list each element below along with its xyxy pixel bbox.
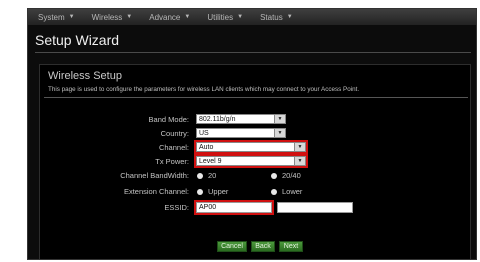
nav-status-label: Status bbox=[260, 12, 283, 22]
chevron-down-icon: ▼ bbox=[286, 14, 293, 20]
tx-power-select[interactable]: Level 9 ▼ bbox=[194, 154, 308, 168]
title-divider bbox=[35, 52, 471, 53]
chevron-down-icon: ▼ bbox=[237, 14, 244, 20]
country-label: Country: bbox=[160, 129, 189, 138]
dropdown-arrow-icon: ▼ bbox=[294, 143, 305, 151]
essid-extra-field[interactable] bbox=[277, 202, 353, 213]
nav-system[interactable]: System ▼ bbox=[38, 13, 75, 22]
extension-radio-upper[interactable]: Upper bbox=[197, 187, 228, 196]
top-navigation-bar: System ▼ Wireless ▼ Advance ▼ Utilities … bbox=[28, 9, 476, 25]
nav-advance[interactable]: Advance ▼ bbox=[149, 13, 190, 22]
nav-utilities[interactable]: Utilities ▼ bbox=[207, 13, 243, 22]
nav-system-label: System bbox=[38, 12, 65, 22]
bandwidth-radio-20[interactable]: 20 bbox=[197, 171, 216, 180]
extension-option-lower-label: Lower bbox=[282, 187, 303, 196]
tx-power-label: Tx Power: bbox=[155, 157, 189, 166]
band-mode-label: Band Mode: bbox=[148, 115, 189, 124]
section-divider bbox=[44, 97, 468, 98]
bandwidth-radio-20-40[interactable]: 20/40 bbox=[271, 171, 301, 180]
cancel-button[interactable]: Cancel bbox=[217, 241, 247, 252]
chevron-down-icon: ▼ bbox=[68, 14, 75, 20]
nav-status[interactable]: Status ▼ bbox=[260, 13, 293, 22]
extension-radio-lower[interactable]: Lower bbox=[271, 187, 302, 196]
nav-advance-label: Advance bbox=[149, 12, 181, 22]
extension-option-upper-label: Upper bbox=[208, 187, 229, 196]
chevron-down-icon: ▼ bbox=[184, 14, 191, 20]
channel-select[interactable]: Auto ▼ bbox=[194, 140, 308, 154]
extension-channel-label: Extension Channel: bbox=[123, 187, 189, 196]
channel-bandwidth-label: Channel BandWidth: bbox=[120, 171, 189, 180]
radio-button-icon bbox=[197, 172, 203, 179]
dropdown-arrow-icon: ▼ bbox=[294, 157, 305, 165]
radio-button-icon bbox=[271, 188, 277, 195]
dropdown-arrow-icon: ▼ bbox=[274, 129, 285, 137]
nav-wireless[interactable]: Wireless ▼ bbox=[92, 13, 133, 22]
nav-wireless-label: Wireless bbox=[91, 12, 123, 22]
chevron-down-icon: ▼ bbox=[126, 14, 133, 20]
channel-label: Channel: bbox=[158, 143, 189, 152]
tx-power-value: Level 9 bbox=[199, 157, 222, 165]
essid-input[interactable]: AP00 bbox=[194, 200, 274, 215]
dropdown-arrow-icon: ▼ bbox=[274, 115, 285, 123]
wireless-setup-panel: Wireless Setup This page is used to conf… bbox=[39, 64, 471, 259]
nav-utilities-label: Utilities bbox=[207, 12, 234, 22]
bandwidth-option-20-label: 20 bbox=[208, 171, 217, 180]
back-button[interactable]: Back bbox=[251, 241, 275, 252]
country-select[interactable]: US ▼ bbox=[196, 128, 286, 138]
section-title: Wireless Setup bbox=[48, 70, 122, 82]
radio-button-icon bbox=[197, 188, 203, 195]
section-description: This page is used to configure the param… bbox=[48, 86, 360, 93]
channel-value: Auto bbox=[199, 143, 214, 151]
essid-value: AP00 bbox=[199, 204, 217, 211]
router-admin-window: System ▼ Wireless ▼ Advance ▼ Utilities … bbox=[27, 8, 477, 260]
next-button[interactable]: Next bbox=[279, 241, 303, 252]
band-mode-select[interactable]: 802.11b/g/n ▼ bbox=[196, 114, 286, 124]
radio-button-icon bbox=[271, 172, 277, 179]
page-title: Setup Wizard bbox=[35, 32, 120, 48]
essid-label: ESSID: bbox=[164, 203, 189, 212]
bandwidth-option-20-40-label: 20/40 bbox=[282, 171, 301, 180]
country-value: US bbox=[199, 129, 209, 137]
band-mode-value: 802.11b/g/n bbox=[199, 115, 236, 123]
